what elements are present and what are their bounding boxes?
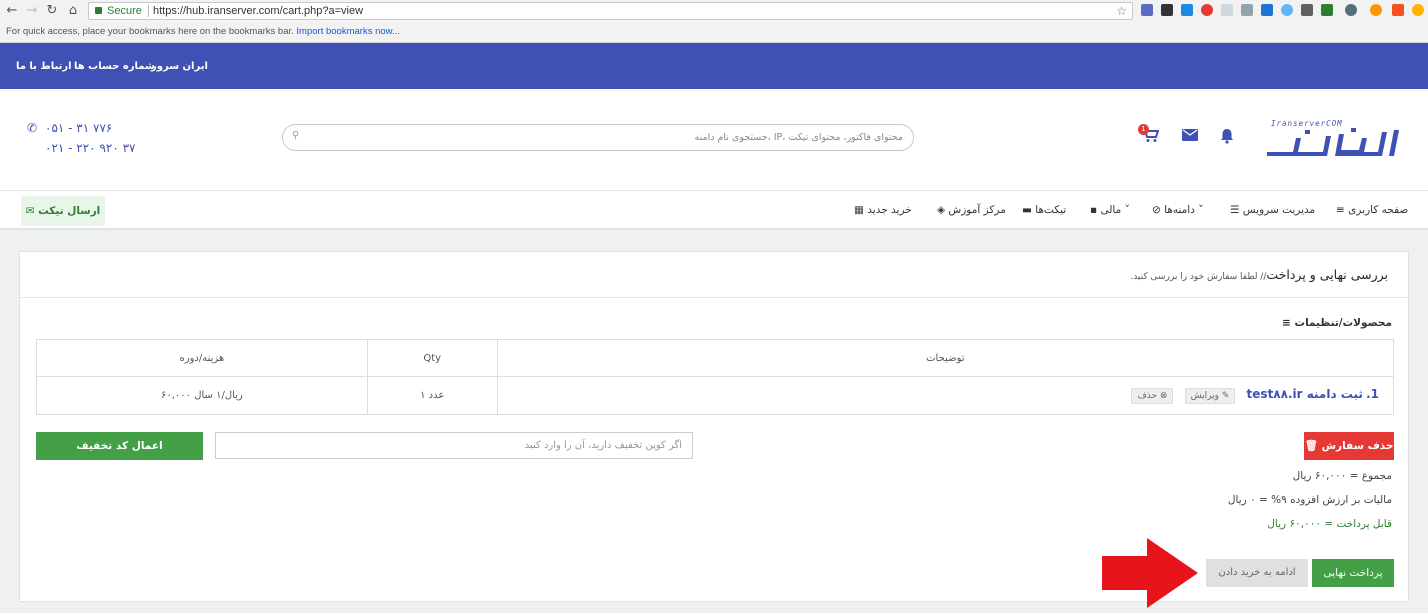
menu-item-new-purchase[interactable]: ▦ خرید جدید xyxy=(854,204,912,216)
table-header-row: هزینه/دوره Qty توضیحات xyxy=(36,339,1395,377)
red-arrow-annotation xyxy=(1102,538,1198,608)
browser-toolbar: ← → ↻ ⌂ Secure https://hub.iranserver.co… xyxy=(0,0,1428,22)
topbar-link-accounts[interactable]: شماره حساب ها xyxy=(74,61,155,72)
extension-icon[interactable] xyxy=(1221,4,1233,16)
remove-label: حذف xyxy=(1137,391,1158,401)
menu-label: مرکز آموزش xyxy=(948,204,1006,216)
tax-text: مالیات بر ارزش افزوده ۹% = ۰ ریال xyxy=(1227,494,1392,506)
lock-icon xyxy=(95,7,102,14)
column-header-description: توضیحات xyxy=(496,339,1395,377)
security-label: Secure xyxy=(107,5,142,17)
top-bar: ایران سرور شماره حساب ها ارتباط با ما xyxy=(0,43,1428,89)
phone-number-1: ۰۵۱ - ۳۱ ۷۷۶ xyxy=(45,121,113,135)
extension-icon[interactable] xyxy=(1412,4,1424,16)
menu-item-services[interactable]: ☰ مدیریت سرویس xyxy=(1230,204,1315,216)
site-header: ✆ ۰۵۱ - ۳۱ ۷۷۶ ۰۲۱ - ۲۲۰ ۹۲۰ ۳۷ ⚲ جستجوی… xyxy=(0,89,1428,191)
apply-coupon-button[interactable]: اعمال کد تخفیف xyxy=(36,432,203,460)
menu-label: مالی xyxy=(1100,204,1122,216)
svg-text:IranserverCOM: IranserverCOM xyxy=(1271,119,1343,128)
url-text[interactable]: https://hub.iranserver.com/cart.php?a=vi… xyxy=(153,3,363,19)
menu-label: خرید جدید xyxy=(867,204,912,216)
extension-icon[interactable] xyxy=(1370,4,1382,16)
title-text: بررسی نهایی و پرداخت xyxy=(1266,267,1388,282)
total-text: قابل پرداخت = ۶۰,۰۰۰ ریال xyxy=(1267,518,1392,530)
menu-label: دامنه‌ها xyxy=(1164,204,1195,216)
menu-label: مدیریت سرویس xyxy=(1242,204,1316,216)
bookmark-star-icon[interactable]: ☆ xyxy=(1116,3,1127,19)
extension-icon[interactable] xyxy=(1161,4,1173,16)
menu-item-domains[interactable]: ⊘ دامنه‌ها ˅ xyxy=(1152,204,1204,216)
camera-icon[interactable] xyxy=(1301,4,1313,16)
phone-icon: ✆ xyxy=(27,121,38,135)
bookmarks-hint: For quick access, place your bookmarks h… xyxy=(6,26,294,37)
bell-icon[interactable] xyxy=(1220,128,1234,144)
extension-icon[interactable] xyxy=(1261,4,1273,16)
product-name[interactable]: ثبت دامنه test۸۸.ir xyxy=(1247,387,1363,401)
continue-shopping-button[interactable]: ادامه به خرید دادن xyxy=(1206,559,1308,587)
topbar-link-iranserver[interactable]: ایران سرور xyxy=(151,61,208,72)
extension-icon[interactable] xyxy=(1392,4,1404,16)
section-heading: ≡ محصولات/تنظیمات xyxy=(1282,317,1392,329)
menu-item-finance[interactable]: ▪ مالی ˅ xyxy=(1090,204,1130,216)
title-subtitle: // لطفا سفارش خود را بررسی کنید. xyxy=(1130,272,1267,282)
remove-item-button[interactable]: ⊗ حذف xyxy=(1131,388,1174,404)
extension-icon[interactable] xyxy=(1181,4,1193,16)
phone-number-2: ۰۲۱ - ۲۲۰ ۹۲۰ ۳۷ xyxy=(45,141,136,155)
table-row: ۶۰,۰۰۰ ریال/۱ سال ۱ عدد 1. ثبت دامنه tes… xyxy=(36,376,1395,415)
page-title: بررسی نهایی و پرداخت// لطفا سفارش خود را… xyxy=(1130,267,1388,282)
section-label: محصولات/تنظیمات xyxy=(1294,317,1392,329)
cart-badge: 1 xyxy=(1138,124,1149,135)
row-qty: ۱ عدد xyxy=(366,376,498,415)
back-icon[interactable]: ← xyxy=(4,4,20,18)
menu-label: تیکت‌ها xyxy=(1035,204,1067,216)
bookmarks-bar: For quick access, place your bookmarks h… xyxy=(6,26,400,37)
topbar-link-contact[interactable]: ارتباط با ما xyxy=(16,61,72,72)
menu-item-dashboard[interactable]: ≡ صفحه کاربری xyxy=(1336,204,1408,216)
menu-label: صفحه کاربری xyxy=(1348,204,1409,216)
extension-icon[interactable] xyxy=(1321,4,1333,16)
menu-item-education[interactable]: ◈ مرکز آموزش xyxy=(937,204,1006,216)
row-index: 1. xyxy=(1366,387,1379,401)
extension-icon[interactable] xyxy=(1141,4,1153,16)
edit-label: ویرایش xyxy=(1190,391,1219,401)
extension-icon[interactable] xyxy=(1241,4,1253,16)
divider xyxy=(148,5,149,17)
coupon-placeholder: اگر کوپن تخفیف دارید، آن را وارد کنید xyxy=(524,440,682,451)
mail-icon[interactable] xyxy=(1182,129,1198,141)
reload-icon[interactable]: ↻ xyxy=(44,4,60,18)
subtotal-text: مجموع = ۶۰,۰۰۰ ریال xyxy=(1292,470,1392,482)
menu-item-tickets[interactable]: ▬ تیکت‌ها xyxy=(1022,204,1066,216)
column-header-qty: Qty xyxy=(366,339,498,377)
send-ticket-label: ارسال تیکت xyxy=(38,205,101,217)
browser-chrome: ← → ↻ ⌂ Secure https://hub.iranserver.co… xyxy=(0,0,1428,43)
iranserver-logo[interactable]: IranserverCOM xyxy=(1263,118,1403,162)
delete-order-button[interactable]: 🗑 حذف سفارش xyxy=(1304,432,1394,460)
send-ticket-button[interactable]: ✉ ارسال تیکت xyxy=(21,196,105,226)
address-bar[interactable]: Secure https://hub.iranserver.com/cart.p… xyxy=(88,2,1133,20)
search-input[interactable]: ⚲ جستجوی نام دامنه، IP، محتوای فاکتور، م… xyxy=(282,124,914,151)
final-pay-button[interactable]: پرداخت نهایی xyxy=(1312,559,1394,587)
forward-icon[interactable]: → xyxy=(24,4,40,18)
main-menu: ≡ صفحه کاربری ☰ مدیریت سرویس ⊘ دامنه‌ها … xyxy=(0,191,1428,229)
row-price: ۶۰,۰۰۰ ریال/۱ سال xyxy=(36,376,368,415)
edit-item-button[interactable]: ✎ ویرایش xyxy=(1184,388,1236,404)
search-icon: ⚲ xyxy=(292,130,300,141)
coupon-input[interactable]: اگر کوپن تخفیف دارید، آن را وارد کنید xyxy=(215,432,693,459)
row-description: 1. ثبت دامنه test۸۸.ir ✎ ویرایش ⊗ حذف xyxy=(496,376,1395,415)
card-header: بررسی نهایی و پرداخت// لطفا سفارش خود را… xyxy=(20,252,1408,298)
column-header-price: هزینه/دوره xyxy=(36,339,368,377)
import-bookmarks-link[interactable]: Import bookmarks now... xyxy=(296,26,399,37)
delete-order-label: حذف سفارش xyxy=(1321,440,1394,452)
products-table: هزینه/دوره Qty توضیحات ۶۰,۰۰۰ ریال/۱ سال… xyxy=(36,339,1395,415)
home-icon[interactable]: ⌂ xyxy=(65,4,81,18)
opera-icon[interactable] xyxy=(1201,4,1213,16)
extension-icon[interactable] xyxy=(1281,4,1293,16)
profile-icon[interactable] xyxy=(1345,4,1357,16)
search-placeholder: جستجوی نام دامنه، IP، محتوای فاکتور، محت… xyxy=(694,132,903,143)
